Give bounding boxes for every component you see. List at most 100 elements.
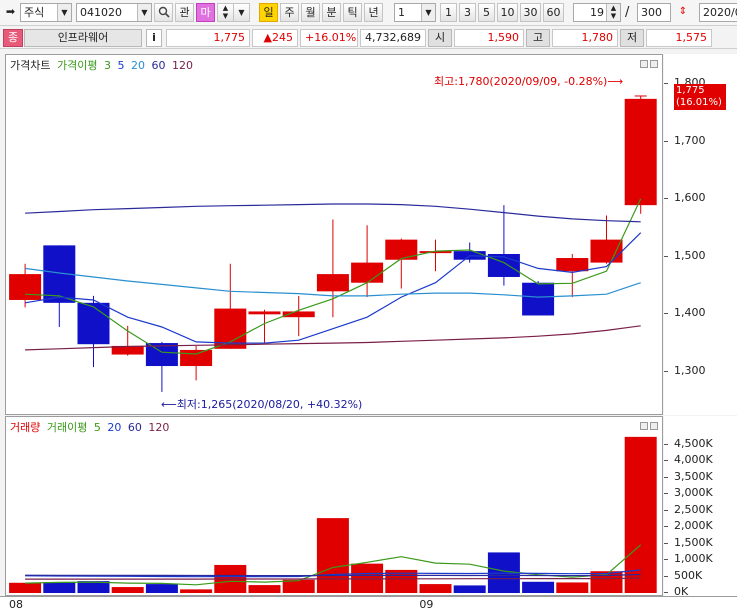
low-annotation: ⟵최저:1,265(2020/08/20, +40.32%) <box>161 398 363 411</box>
volume-bar <box>248 585 281 593</box>
price-ma-3: 3 <box>103 59 111 72</box>
price-tick-label: 1,600 <box>674 191 706 205</box>
display-count-input[interactable]: 19 ▲ ▼ <box>573 3 621 22</box>
market-select[interactable]: 주식 ▼ <box>20 3 72 22</box>
volume-pane-controls[interactable] <box>638 420 658 433</box>
volume-legend: 거래량 거래이평 5 20 60 120 <box>10 419 173 435</box>
candle-body <box>590 239 623 263</box>
volume-bar <box>282 579 315 593</box>
price-change: ▲245 <box>252 29 298 47</box>
tab-week[interactable]: 주 <box>280 3 299 22</box>
date-input[interactable]: 2020/09/ <box>699 3 737 22</box>
volume-tick-label: 3,500K <box>674 469 713 483</box>
close-icon[interactable] <box>650 422 658 430</box>
tab-month[interactable]: 월 <box>301 3 320 22</box>
low-label: 저 <box>620 29 644 47</box>
volume-tick-mark <box>664 526 668 528</box>
price-ma-120: 120 <box>171 59 193 72</box>
price-tick-mark <box>664 140 668 142</box>
chevron-down-icon: ▼ <box>57 4 71 21</box>
volume-chart-canvas <box>9 436 657 593</box>
price-ma-5: 5 <box>117 59 125 72</box>
chevron-down-icon: ▼ <box>137 4 151 21</box>
volume-tick-mark <box>664 542 668 544</box>
search-icon[interactable] <box>154 3 173 22</box>
current-price: 1,775 <box>166 29 250 47</box>
volume-chart-pane[interactable]: 거래량 거래이평 5 20 60 120 <box>5 416 663 596</box>
stock-name: 인프라웨어 <box>24 29 142 47</box>
candle-body <box>351 262 384 283</box>
spin-updown-icon[interactable]: ▲ ▼ <box>217 3 234 22</box>
price-tick-mark <box>664 198 668 200</box>
scroll-arrows-icon[interactable]: ⇕ <box>673 3 693 22</box>
price-chart-pane[interactable]: 가격차트 가격이평 3 5 20 60 120 최고:1,780(2020/09… <box>5 54 663 415</box>
watchlist-button[interactable]: 관 <box>175 3 194 22</box>
volume-bar <box>419 584 452 593</box>
candle-body <box>316 274 349 292</box>
count-separator: / <box>625 5 630 20</box>
high-price: 1,780 <box>552 29 618 47</box>
chevron-down-icon[interactable]: ▼ <box>233 3 250 22</box>
tab-day[interactable]: 일 <box>259 3 278 22</box>
interval-select[interactable]: 1 ▼ <box>394 3 436 22</box>
current-price-marker-pct: (16.01%) <box>676 97 722 108</box>
candle-body <box>624 98 657 206</box>
close-icon[interactable] <box>650 60 658 68</box>
tab-tick[interactable]: 틱 <box>343 3 362 22</box>
volume-tick-mark <box>664 460 668 462</box>
volume-tick-label: 1,000K <box>674 552 713 565</box>
candle-body <box>522 282 555 316</box>
volume-bar <box>556 582 589 593</box>
price-legend: 가격차트 가격이평 3 5 20 60 120 <box>10 57 196 73</box>
current-price-marker-value: 1,775 <box>676 85 705 96</box>
stock-code-input[interactable]: 041020 ▼ <box>76 3 152 22</box>
date-axis: 08 09 <box>0 596 737 612</box>
price-tick-label: 1,300 <box>674 363 706 377</box>
volume-tick-label: 2,500K <box>674 502 713 516</box>
interval-30-button[interactable]: 30 <box>520 3 541 22</box>
high-label: 고 <box>526 29 550 47</box>
candle-body <box>77 302 110 345</box>
interval-5-button[interactable]: 5 <box>478 3 495 22</box>
tab-minute[interactable]: 분 <box>322 3 341 22</box>
market-select-value: 주식 <box>24 6 45 19</box>
open-label: 시 <box>428 29 452 47</box>
trade-volume: 4,732,689 <box>360 29 426 47</box>
display-count-value: 19 <box>590 6 604 19</box>
candle-body <box>556 258 589 272</box>
price-tick-mark <box>664 255 668 257</box>
price-ma-60-line <box>25 203 641 223</box>
interval-1-button[interactable]: 1 <box>440 3 457 22</box>
volume-tick-mark <box>664 443 668 445</box>
minimize-icon[interactable] <box>640 60 648 68</box>
volume-bar <box>9 582 42 593</box>
price-tick-mark <box>664 370 668 372</box>
minimize-icon[interactable] <box>640 422 648 430</box>
volume-ma-5: 5 <box>93 421 101 434</box>
volume-ma-120: 120 <box>148 421 170 434</box>
info-icon[interactable]: i <box>146 29 162 47</box>
price-change-pct: +16.01% <box>300 29 358 47</box>
price-chart-canvas <box>9 95 657 392</box>
interval-select-value: 1 <box>398 6 405 19</box>
total-count-input[interactable]: 300 <box>637 3 671 22</box>
volume-bar <box>111 587 144 593</box>
price-tick-mark <box>664 83 668 85</box>
interval-10-button[interactable]: 10 <box>497 3 518 22</box>
interval-60-button[interactable]: 60 <box>543 3 564 22</box>
chevron-down-icon: ▼ <box>421 4 435 21</box>
magnet-button[interactable]: 마 <box>196 3 215 22</box>
menu-arrow-icon[interactable]: ➡ <box>2 3 19 22</box>
high-annotation: 최고:1,780(2020/09/09, -0.28%)⟶ <box>434 75 624 88</box>
volume-bar <box>43 582 76 593</box>
interval-3-button[interactable]: 3 <box>459 3 476 22</box>
tab-year[interactable]: 년 <box>364 3 383 22</box>
volume-axis: 0K 500K 1,000K 1,500K 2,000K 2,500K 3,000K 3,50… <box>664 416 737 598</box>
price-ma-title: 가격이평 <box>56 59 98 72</box>
volume-bar <box>145 584 178 593</box>
candle-body <box>180 349 213 367</box>
volume-tick-mark <box>664 559 668 560</box>
spin-updown-icon[interactable]: ▲ ▼ <box>606 4 620 21</box>
price-pane-controls[interactable] <box>638 58 658 71</box>
volume-tick-label: 2,000K <box>674 519 713 533</box>
